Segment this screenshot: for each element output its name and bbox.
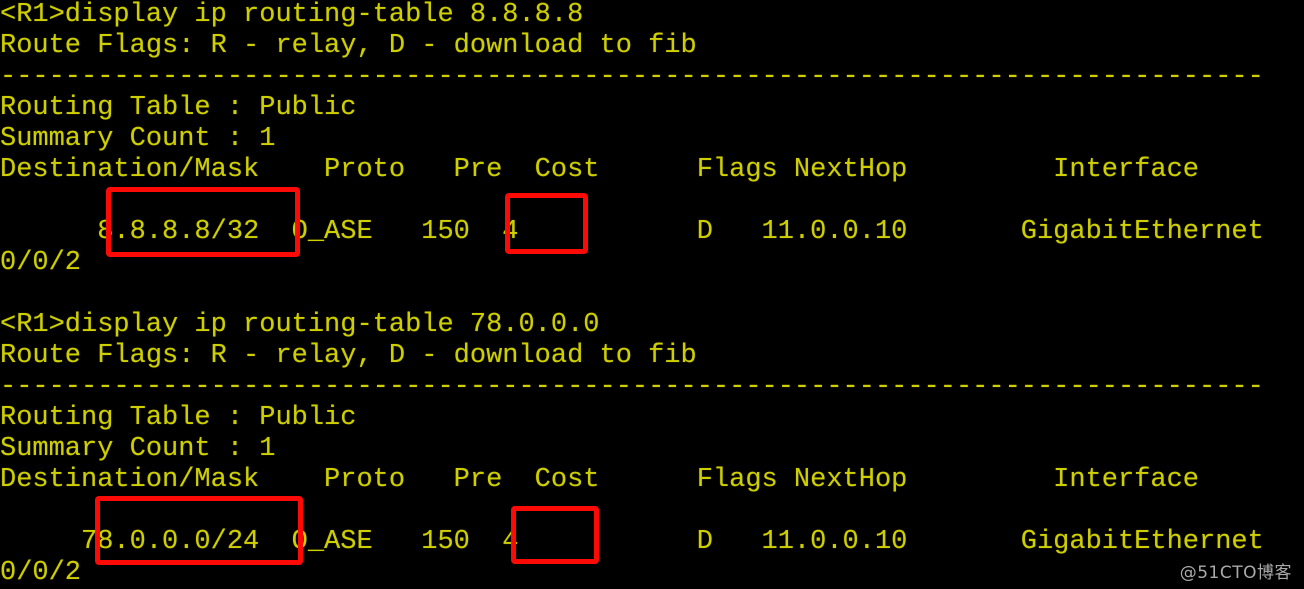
terminal-separator-line: ----------------------------------------… [0,62,1264,92]
terminal-line: Summary Count : 1 [0,124,276,154]
terminal-output: <R1>display ip routing-table 8.8.8.8 Rout… [0,0,1304,589]
routing-table-header-row: Destination/Mask Proto Pre Cost Flags Ne… [0,155,1199,185]
watermark: @51CTO博客 [1179,563,1292,583]
terminal-line: Routing Table : Public [0,93,357,123]
terminal-line: Route Flags: R - relay, D - download to … [0,341,697,371]
routing-table-data-row-wrap: 0/0/2 [0,248,82,278]
terminal-line: <R1>display ip routing-table 78.0.0.0 [0,310,600,340]
routing-table-data-row: 8.8.8.8/32 O_ASE 150 4 D 11.0.0.10 Gigab… [0,217,1264,247]
terminal-separator-line: ----------------------------------------… [0,372,1264,402]
terminal-line: Route Flags: R - relay, D - download to … [0,31,697,61]
routing-table-header-row: Destination/Mask Proto Pre Cost Flags Ne… [0,465,1199,495]
terminal-line: Summary Count : 1 [0,434,276,464]
terminal-line: Routing Table : Public [0,403,357,433]
terminal-line: <R1>display ip routing-table 8.8.8.8 [0,0,584,30]
routing-table-data-row: 78.0.0.0/24 O_ASE 150 4 D 11.0.0.10 Giga… [0,527,1264,557]
terminal-window[interactable]: <R1>display ip routing-table 8.8.8.8 Rout… [0,0,1304,589]
routing-table-data-row-wrap: 0/0/2 [0,558,82,588]
